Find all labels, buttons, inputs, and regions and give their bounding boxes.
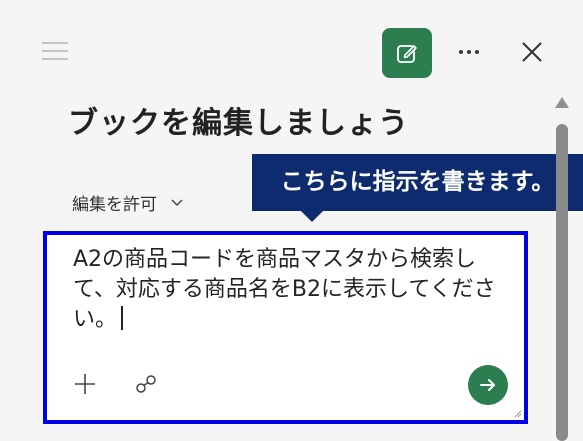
prompt-input-box[interactable]: A2の商品コードを商品マスタから検索して、対応する商品名をB2に表示してください…: [43, 231, 528, 424]
more-horizontal-icon: [459, 50, 463, 54]
prompt-input[interactable]: A2の商品コードを商品マスタから検索して、対応する商品名をB2に表示してください…: [73, 245, 503, 335]
page-title: ブックを編集しましょう: [68, 106, 409, 141]
instruction-callout: こちらに指示を書きます。: [252, 154, 583, 211]
hamburger-icon[interactable]: [42, 42, 68, 62]
send-button[interactable]: [468, 365, 508, 405]
scroll-up-arrow-icon[interactable]: [555, 97, 569, 108]
permission-dropdown[interactable]: 編集を許可: [72, 190, 183, 215]
callout-pointer: [300, 210, 324, 222]
edit-icon: [397, 45, 417, 63]
edit-button[interactable]: [382, 28, 432, 78]
permission-label: 編集を許可: [72, 195, 157, 215]
callout-text: こちらに指示を書きます。: [280, 169, 555, 195]
more-options-button[interactable]: [456, 40, 482, 64]
resize-grip-icon[interactable]: [514, 410, 522, 418]
chevron-down-icon: [171, 198, 183, 206]
prompt-text: A2の商品コードを商品マスタから検索して、対応する商品名をB2に表示してください…: [73, 247, 496, 332]
plus-icon[interactable]: [73, 372, 97, 396]
scrollbar-thumb[interactable]: [556, 124, 568, 441]
close-icon[interactable]: [520, 40, 544, 64]
text-caret: [121, 306, 124, 330]
send-arrow-icon: [480, 379, 495, 391]
link-icon[interactable]: [133, 371, 159, 397]
